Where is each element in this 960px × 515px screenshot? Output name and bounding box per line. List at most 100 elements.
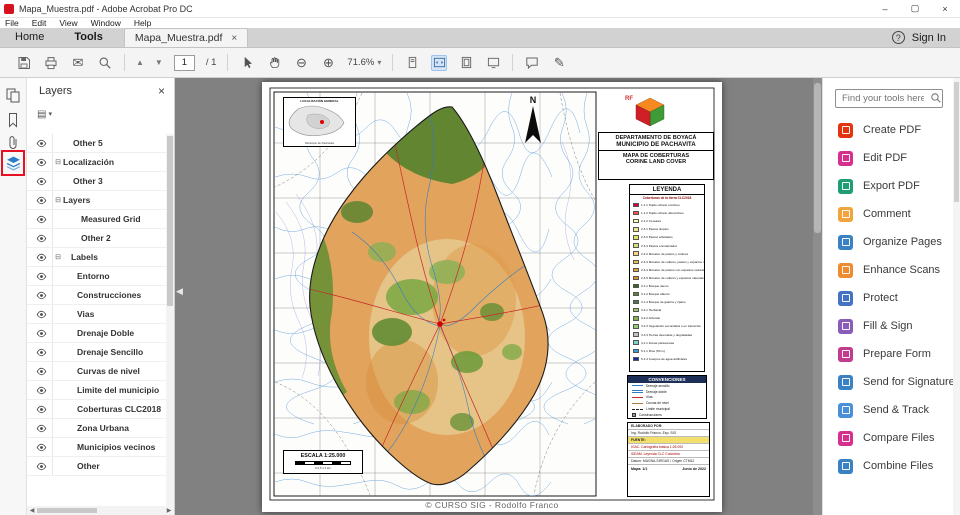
zoom-level-dropdown[interactable]: 71.6% ▾ [347, 57, 381, 68]
tool-item[interactable]: Comment [823, 200, 960, 228]
eye-visibility-icon[interactable] [34, 457, 53, 475]
close-tab-icon[interactable]: × [231, 33, 237, 44]
tool-item[interactable]: Edit PDF [823, 144, 960, 172]
layer-row[interactable]: Other 5 [27, 134, 166, 153]
document-view[interactable]: ◀ [175, 78, 822, 515]
layer-row[interactable]: Municipios vecinos [27, 438, 166, 457]
layer-row[interactable]: Entorno [27, 267, 166, 286]
layer-row[interactable]: Other 3 [27, 172, 166, 191]
menu-item[interactable]: Help [134, 18, 151, 28]
tool-item[interactable]: Compare Files [823, 424, 960, 452]
tool-item[interactable]: Organize Pages [823, 228, 960, 256]
tab-document[interactable]: Mapa_Muestra.pdf × [124, 28, 248, 47]
eye-visibility-icon[interactable] [34, 286, 53, 304]
close-panel-icon[interactable]: × [158, 84, 165, 98]
maximize-button[interactable]: ▢ [900, 0, 930, 17]
fit-width-view-icon[interactable] [431, 55, 447, 71]
zoom-out-icon[interactable]: ⊖ [293, 55, 309, 71]
tools-search-input[interactable] [835, 89, 943, 108]
eye-visibility-icon[interactable] [34, 419, 53, 437]
eye-visibility-icon[interactable] [34, 153, 53, 171]
layer-row[interactable]: Other [27, 457, 166, 476]
fit-page-view-icon[interactable] [458, 55, 474, 71]
tool-item[interactable]: Protect [823, 284, 960, 312]
layer-row[interactable]: ⊟ Layers [27, 191, 166, 210]
layer-row[interactable]: Drenaje Sencillo [27, 343, 166, 362]
layer-row[interactable]: ⊟ Labels [27, 248, 166, 267]
select-tool-icon[interactable] [239, 55, 255, 71]
page-thumbnails-icon[interactable] [5, 87, 22, 104]
tool-icon [838, 263, 853, 278]
eye-visibility-icon[interactable] [34, 343, 53, 361]
eye-visibility-icon[interactable] [34, 362, 53, 380]
menu-item[interactable]: File [5, 18, 19, 28]
eye-visibility-icon[interactable] [34, 210, 53, 228]
layer-row[interactable]: Coberturas CLC2018 [27, 400, 166, 419]
search-icon[interactable] [97, 55, 113, 71]
pencil-icon[interactable]: ✎ [551, 55, 567, 71]
tool-item[interactable]: Combine Files [823, 452, 960, 480]
layer-row[interactable]: Measured Grid [27, 210, 166, 229]
single-page-view-icon[interactable] [404, 55, 420, 71]
tool-item[interactable]: Prepare Form [823, 340, 960, 368]
layer-row[interactable]: Zona Urbana [27, 419, 166, 438]
tool-item[interactable]: Send & Track [823, 396, 960, 424]
expand-group-icon[interactable]: ⊟ [53, 253, 63, 261]
document-vertical-scrollbar[interactable] [813, 78, 822, 515]
eye-visibility-icon[interactable] [34, 191, 53, 209]
eye-visibility-icon[interactable] [34, 172, 53, 190]
layers-vertical-scrollbar[interactable] [166, 134, 174, 506]
eye-visibility-icon[interactable] [34, 438, 53, 456]
minimize-button[interactable]: – [870, 0, 900, 17]
eye-visibility-icon[interactable] [34, 324, 53, 342]
menu-item[interactable]: Window [91, 18, 121, 28]
layer-row[interactable]: Drenaje Doble [27, 324, 166, 343]
layer-row[interactable]: Limite del municipio [27, 381, 166, 400]
layer-row[interactable]: Construcciones [27, 286, 166, 305]
acrobat-app-icon [4, 4, 14, 14]
tool-item[interactable]: Enhance Scans [823, 256, 960, 284]
tools-vertical-scrollbar[interactable] [953, 78, 960, 515]
hand-tool-icon[interactable] [266, 55, 282, 71]
layers-options-button[interactable]: ▤ ▾ [27, 104, 174, 124]
layer-row[interactable]: Other 2 [27, 229, 166, 248]
layer-row[interactable]: Vias [27, 305, 166, 324]
tab-home[interactable]: Home [0, 28, 59, 47]
scroll-right-icon[interactable]: ▶ [164, 507, 174, 514]
eye-visibility-icon[interactable] [34, 248, 53, 266]
eye-visibility-icon[interactable] [34, 400, 53, 418]
tool-item[interactable]: Send for Signature [823, 368, 960, 396]
zoom-in-icon[interactable]: ⊕ [320, 55, 336, 71]
tab-tools[interactable]: Tools [59, 28, 118, 47]
eye-visibility-icon[interactable] [34, 305, 53, 323]
eye-visibility-icon[interactable] [34, 134, 53, 152]
sign-in-button[interactable]: Sign In [912, 32, 946, 44]
save-icon[interactable] [16, 55, 32, 71]
print-icon[interactable] [43, 55, 59, 71]
email-icon[interactable]: ✉ [70, 55, 86, 71]
eye-visibility-icon[interactable] [34, 229, 53, 247]
bookmarks-icon[interactable] [5, 112, 22, 129]
collapse-panel-icon[interactable]: ◀ [176, 286, 183, 297]
layer-row[interactable]: Curvas de nivel [27, 362, 166, 381]
expand-group-icon[interactable]: ⊟ [53, 158, 63, 166]
tool-item[interactable]: Export PDF [823, 172, 960, 200]
menu-item[interactable]: View [59, 18, 77, 28]
next-page-icon[interactable]: ▼ [155, 58, 163, 67]
eye-visibility-icon[interactable] [34, 381, 53, 399]
expand-group-icon[interactable]: ⊟ [53, 196, 63, 204]
layer-row[interactable]: ⊟ Localización [27, 153, 166, 172]
close-button[interactable]: × [930, 0, 960, 17]
page-number-input[interactable]: 1 [174, 55, 195, 71]
presentation-view-icon[interactable] [485, 55, 501, 71]
layers-horizontal-scrollbar[interactable]: ◀ ▶ [27, 506, 174, 515]
tool-item[interactable]: Create PDF [823, 116, 960, 144]
help-icon[interactable]: ? [892, 31, 905, 44]
layer-name: Layers [63, 195, 90, 205]
tool-item[interactable]: Fill & Sign [823, 312, 960, 340]
scroll-left-icon[interactable]: ◀ [27, 507, 37, 514]
previous-page-icon[interactable]: ▲ [136, 58, 144, 67]
eye-visibility-icon[interactable] [34, 267, 53, 285]
menu-item[interactable]: Edit [32, 18, 47, 28]
comment-bubble-icon[interactable] [524, 55, 540, 71]
